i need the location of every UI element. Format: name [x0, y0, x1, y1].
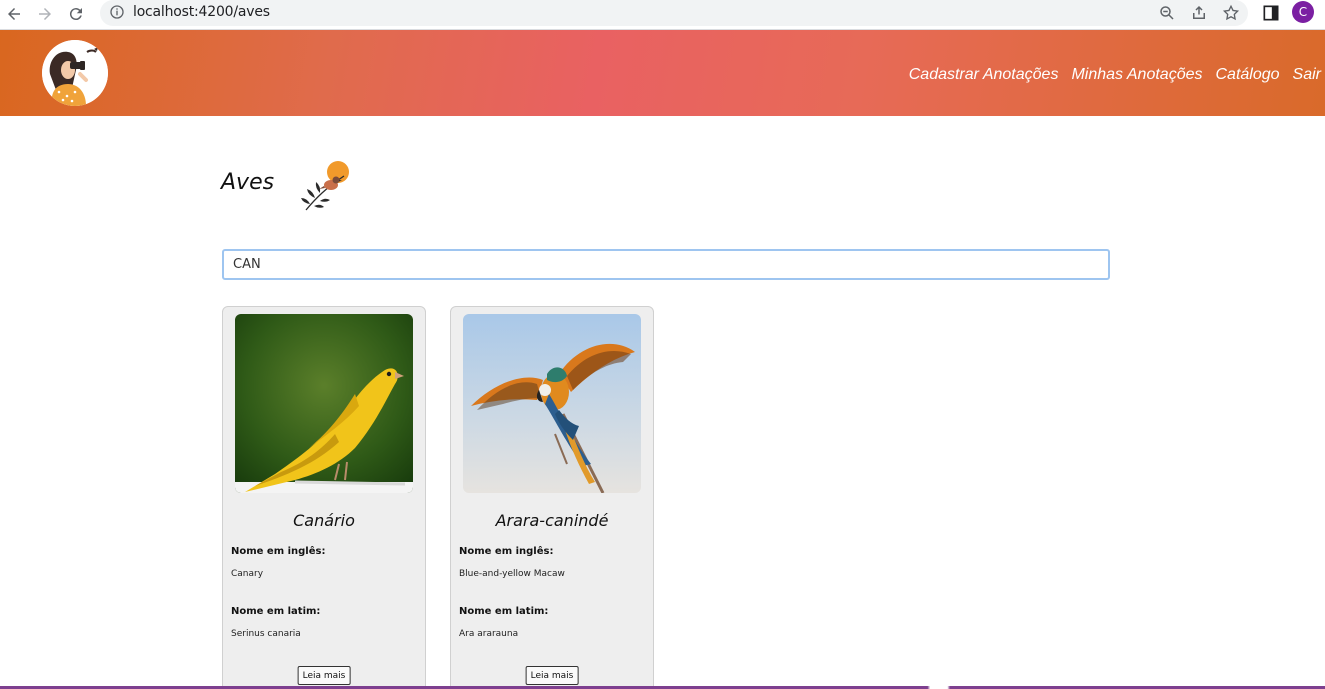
browser-toolbar: localhost:4200/aves C	[0, 0, 1325, 30]
main-nav: Cadastrar Anotações Minhas Anotações Cat…	[909, 66, 1321, 84]
bird-photo-canary	[235, 314, 413, 493]
read-more-button[interactable]: Leia mais	[297, 666, 351, 685]
logo[interactable]	[42, 40, 108, 106]
english-name-label: Nome em inglês:	[459, 546, 554, 557]
birdwatcher-logo-icon	[42, 40, 108, 106]
reload-button[interactable]	[64, 2, 88, 26]
nav-cadastrar-anotacoes[interactable]: Cadastrar Anotações	[909, 66, 1059, 84]
macaw-image-icon	[463, 314, 641, 493]
latin-name-value: Serinus canaria	[231, 629, 301, 639]
bird-name: Arara-canindé	[495, 511, 609, 530]
address-bar[interactable]: localhost:4200/aves	[100, 0, 1248, 26]
search-input[interactable]	[222, 249, 1110, 280]
forward-button[interactable]	[33, 2, 57, 26]
canary-image-icon	[235, 314, 413, 493]
star-icon[interactable]	[1222, 4, 1240, 22]
bird-card: Arara-canindé Nome em inglês: Blue-and-y…	[450, 306, 654, 689]
url-text: localhost:4200/aves	[133, 4, 270, 20]
arrow-left-icon	[8, 8, 20, 20]
info-icon[interactable]	[109, 4, 125, 20]
english-name-label: Nome em inglês:	[231, 546, 326, 557]
english-name-value: Canary	[231, 569, 264, 579]
bird-name: Canário	[293, 511, 355, 530]
back-button[interactable]	[2, 2, 26, 26]
bird-card: Canário Nome em inglês: Canary Nome em l…	[222, 306, 426, 689]
page-title: Aves	[221, 170, 275, 195]
zoom-icon[interactable]	[1158, 4, 1176, 22]
profile-avatar[interactable]: C	[1292, 1, 1314, 23]
latin-name-label: Nome em latim:	[231, 606, 321, 617]
nav-catalogo[interactable]: Catálogo	[1216, 66, 1280, 84]
app-header: Cadastrar Anotações Minhas Anotações Cat…	[0, 30, 1325, 116]
share-icon[interactable]	[1190, 4, 1208, 22]
latin-name-value: Ara ararauna	[459, 629, 519, 639]
arrow-right-icon	[39, 8, 51, 20]
latin-name-label: Nome em latim:	[459, 606, 549, 617]
reload-icon	[69, 8, 82, 21]
side-panel-icon[interactable]	[1261, 3, 1281, 23]
nav-minhas-anotacoes[interactable]: Minhas Anotações	[1071, 66, 1202, 84]
read-more-button[interactable]: Leia mais	[525, 666, 579, 685]
bird-photo-macaw	[463, 314, 641, 493]
nav-sair[interactable]: Sair	[1293, 66, 1321, 84]
bird-branch-illustration-icon	[301, 161, 349, 211]
english-name-value: Blue-and-yellow Macaw	[459, 569, 565, 579]
